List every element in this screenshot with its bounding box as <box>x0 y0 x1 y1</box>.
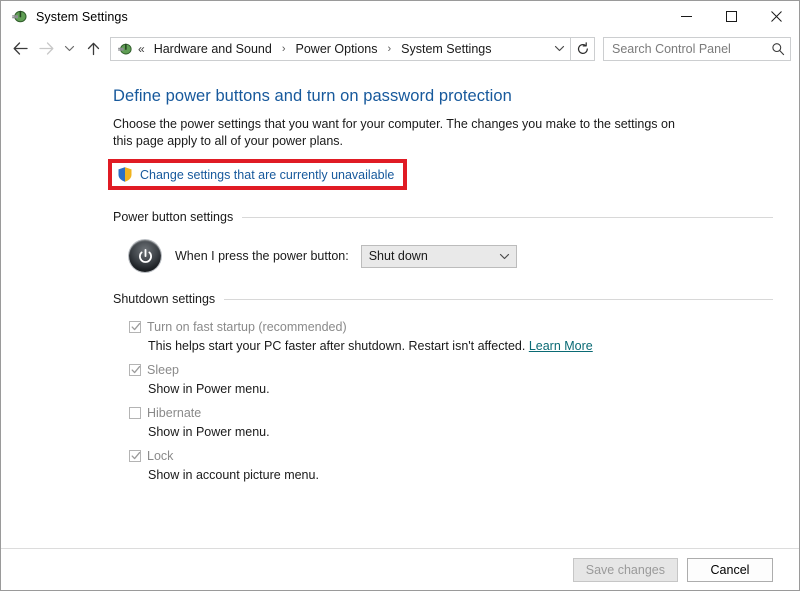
window-title: System Settings <box>36 10 128 24</box>
system-settings-window: System Settings <box>0 0 800 591</box>
minimize-icon[interactable] <box>664 1 709 32</box>
power-options-icon <box>117 41 133 57</box>
hibernate-checkbox[interactable] <box>129 407 141 419</box>
power-button-settings-label: Power button settings <box>113 210 242 224</box>
back-arrow-icon[interactable] <box>7 36 33 62</box>
hibernate-description: Show in Power menu. <box>148 423 773 441</box>
uac-shield-icon <box>117 166 133 183</box>
power-button-action-select[interactable]: Shut down <box>361 245 517 268</box>
save-changes-button[interactable]: Save changes <box>573 558 678 582</box>
breadcrumb-separator: › <box>387 43 391 55</box>
change-settings-link[interactable]: Change settings that are currently unava… <box>140 168 394 182</box>
title-bar: System Settings <box>1 1 799 32</box>
list-item[interactable]: Lock <box>129 447 773 465</box>
fast-startup-label: Turn on fast startup (recommended) <box>147 318 347 336</box>
power-button-action-value: Shut down <box>362 249 494 263</box>
fast-startup-checkbox[interactable] <box>129 321 141 333</box>
address-bar[interactable]: « Hardware and Sound › Power Options › S… <box>110 37 571 61</box>
breadcrumb-item-system-settings[interactable]: System Settings <box>399 41 493 57</box>
sleep-label: Sleep <box>147 361 179 379</box>
lock-checkbox[interactable] <box>129 450 141 462</box>
power-options-icon <box>11 8 28 25</box>
chevron-down-icon[interactable] <box>548 44 570 53</box>
learn-more-link[interactable]: Learn More <box>529 339 593 353</box>
forward-arrow-icon <box>33 36 59 62</box>
list-item[interactable]: Hibernate <box>129 404 773 422</box>
cancel-button[interactable]: Cancel <box>687 558 773 582</box>
page-title: Define power buttons and turn on passwor… <box>113 87 773 106</box>
footer-buttons: Save changes Cancel <box>573 558 773 582</box>
search-icon[interactable] <box>766 42 790 56</box>
recent-locations-chevron-icon[interactable] <box>59 36 80 62</box>
breadcrumb-overflow[interactable]: « <box>138 42 145 56</box>
lock-label: Lock <box>147 447 173 465</box>
maximize-icon[interactable] <box>709 1 754 32</box>
power-button-icon <box>129 240 161 272</box>
footer-divider <box>1 548 799 549</box>
breadcrumb-separator: › <box>282 43 286 55</box>
section-divider <box>242 217 773 218</box>
power-button-setting-row: When I press the power button: Shut down <box>129 240 773 272</box>
section-divider <box>224 299 773 300</box>
search-box[interactable]: Search Control Panel <box>603 37 791 61</box>
chevron-down-icon <box>494 252 516 261</box>
sleep-checkbox[interactable] <box>129 364 141 376</box>
fast-startup-description: This helps start your PC faster after sh… <box>148 337 773 355</box>
power-button-setting-label: When I press the power button: <box>175 249 349 263</box>
breadcrumb-item-power-options[interactable]: Power Options <box>294 41 380 57</box>
lock-description: Show in account picture menu. <box>148 466 773 484</box>
fast-startup-description-text: This helps start your PC faster after sh… <box>148 339 525 353</box>
shutdown-options-list: Turn on fast startup (recommended) This … <box>129 318 773 484</box>
list-item[interactable]: Sleep <box>129 361 773 379</box>
shutdown-settings-header: Shutdown settings <box>113 292 773 306</box>
breadcrumb-item-hardware-and-sound[interactable]: Hardware and Sound <box>152 41 274 57</box>
window-controls <box>664 1 799 32</box>
change-settings-highlight: Change settings that are currently unava… <box>108 159 407 190</box>
refresh-icon[interactable] <box>571 37 595 61</box>
navigation-bar: « Hardware and Sound › Power Options › S… <box>1 32 799 65</box>
hibernate-label: Hibernate <box>147 404 201 422</box>
shutdown-settings-label: Shutdown settings <box>113 292 224 306</box>
search-input[interactable]: Search Control Panel <box>604 42 766 56</box>
up-arrow-icon[interactable] <box>80 36 106 62</box>
power-button-settings-header: Power button settings <box>113 210 773 224</box>
sleep-description: Show in Power menu. <box>148 380 773 398</box>
breadcrumb: « Hardware and Sound › Power Options › S… <box>138 41 548 57</box>
list-item[interactable]: Turn on fast startup (recommended) <box>129 318 773 336</box>
content-area: Define power buttons and turn on passwor… <box>1 65 799 590</box>
close-icon[interactable] <box>754 1 799 32</box>
page-description: Choose the power settings that you want … <box>113 116 679 150</box>
